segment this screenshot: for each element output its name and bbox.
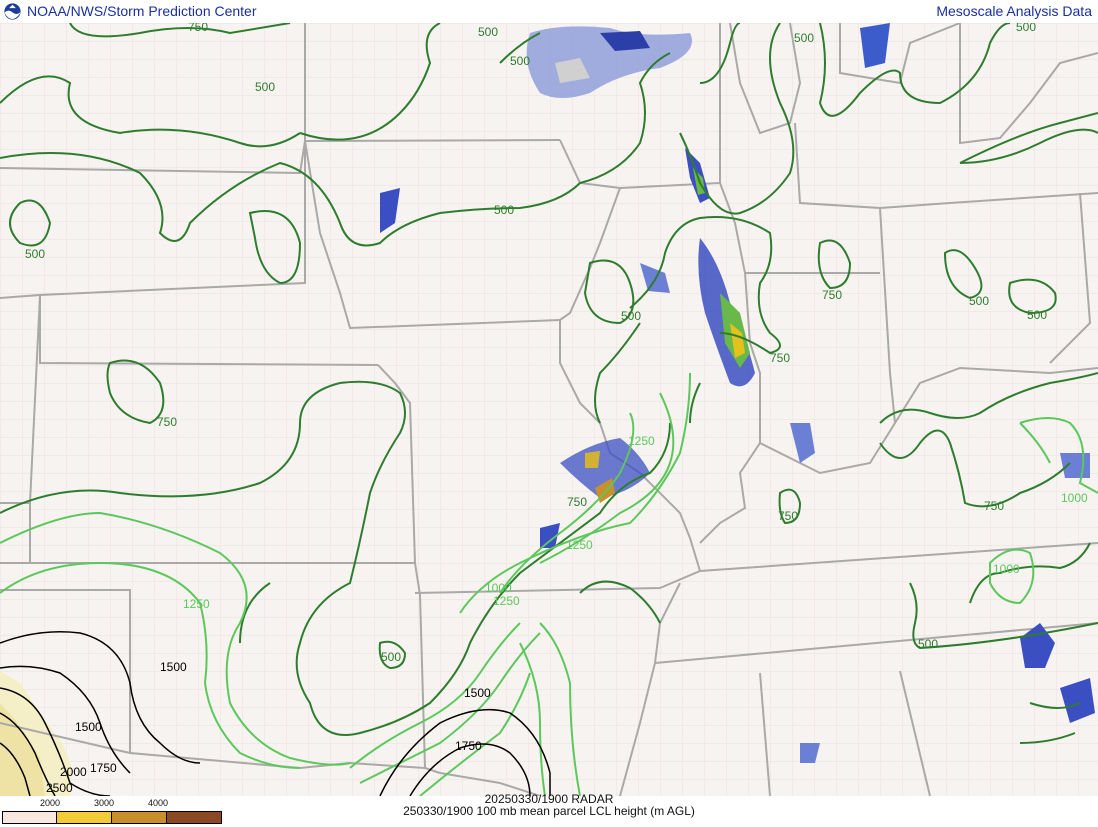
contour-label: 500 xyxy=(478,25,498,39)
contour-label: 1250 xyxy=(628,434,655,448)
contour-label: 500 xyxy=(621,309,641,323)
contour-label: 1500 xyxy=(464,686,491,700)
contour-label: 750 xyxy=(567,495,587,509)
contour-label: 750 xyxy=(157,415,177,429)
contour-label: 750 xyxy=(778,509,798,523)
contour-label: 1750 xyxy=(90,761,117,775)
contour-label: 500 xyxy=(794,31,814,45)
contour-label: 1500 xyxy=(160,660,187,674)
contour-label: 1250 xyxy=(183,597,210,611)
left-title: NOAA/NWS/Storm Prediction Center xyxy=(27,3,257,19)
contour-label: 1250 xyxy=(493,594,520,608)
footer-bar: 2000 3000 4000 20250330/1900 RADAR 25033… xyxy=(0,792,1098,827)
contour-label: 500 xyxy=(381,650,401,664)
right-title: Mesoscale Analysis Data xyxy=(936,3,1092,19)
contour-label: 1250 xyxy=(566,538,593,552)
contour-label: 750 xyxy=(188,23,208,34)
contour-label: 750 xyxy=(770,351,790,365)
noaa-logo-icon xyxy=(4,3,21,20)
contour-label: 750 xyxy=(822,288,842,302)
product-description: 250330/1900 100 mb mean parcel LCL heigh… xyxy=(403,804,695,818)
contour-label: 500 xyxy=(494,203,514,217)
lcl-height-map: 750 500 500 500 500 500 500 500 500 500 … xyxy=(0,23,1098,796)
contour-label: 1000 xyxy=(993,562,1020,576)
contour-label: 1500 xyxy=(75,720,102,734)
contour-label: 500 xyxy=(969,294,989,308)
contour-label: 500 xyxy=(918,637,938,651)
contour-label: 500 xyxy=(1027,308,1047,322)
contour-label: 500 xyxy=(510,54,530,68)
header-bar: NOAA/NWS/Storm Prediction Center Mesosca… xyxy=(0,0,1098,23)
contour-label: 500 xyxy=(25,247,45,261)
contour-label: 1750 xyxy=(455,739,482,753)
county-lines xyxy=(0,23,1098,796)
contour-label: 750 xyxy=(984,499,1004,513)
spc-mesoanalysis-page: NOAA/NWS/Storm Prediction Center Mesosca… xyxy=(0,0,1098,827)
contour-label: 2000 xyxy=(60,765,87,779)
contour-label: 1000 xyxy=(485,581,512,595)
contour-label: 1000 xyxy=(1061,491,1088,505)
contour-label: 500 xyxy=(1016,23,1036,34)
contour-label: 500 xyxy=(255,80,275,94)
